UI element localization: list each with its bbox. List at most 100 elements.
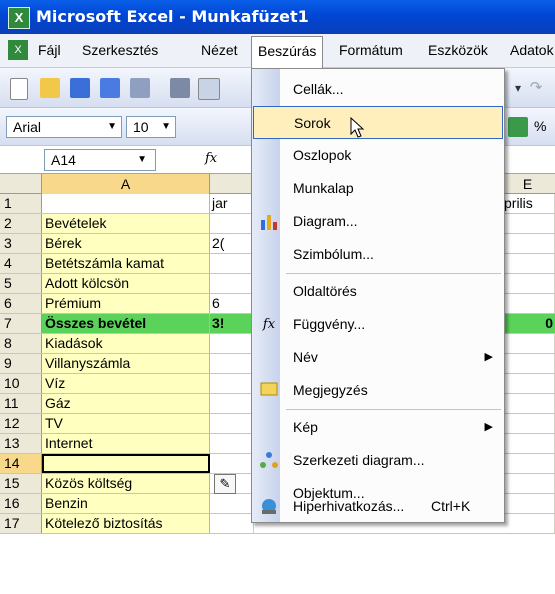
cell-b[interactable] — [210, 374, 254, 393]
cell-a[interactable]: Kötelező biztosítás — [42, 514, 210, 533]
workbook-icon[interactable]: X — [8, 40, 28, 60]
open-icon[interactable] — [40, 78, 60, 98]
cell-a[interactable]: Víz — [42, 374, 210, 393]
row-header[interactable]: 1 — [0, 194, 42, 213]
menu-item-label: Hiperhivatkozás... — [293, 498, 405, 514]
cell-b[interactable] — [210, 334, 254, 353]
submenu-arrow-icon: ▶ — [484, 351, 493, 363]
insert-menu: Cellák... Sorok Oszlopok Munkalap Diagra… — [251, 68, 505, 523]
menu-item-comment[interactable]: Megjegyzés — [253, 374, 503, 407]
cell-a[interactable]: Összes bevétel — [42, 314, 210, 333]
row-header[interactable]: 6 — [0, 294, 42, 313]
save-icon[interactable] — [70, 78, 90, 98]
column-header-e[interactable]: E — [500, 174, 555, 194]
row-header[interactable]: 10 — [0, 374, 42, 393]
active-cell[interactable] — [42, 454, 210, 473]
menu-item-label: Cellák... — [293, 81, 344, 97]
submenu-arrow-icon: ▶ — [484, 421, 493, 433]
email-icon[interactable] — [130, 78, 150, 98]
row-header[interactable]: 14 — [0, 454, 42, 473]
cell-b[interactable] — [210, 514, 254, 533]
cell-a[interactable]: Benzin — [42, 494, 210, 513]
cell-a[interactable] — [42, 194, 210, 213]
menu-data[interactable]: Adatok — [510, 42, 554, 58]
row-header[interactable]: 4 — [0, 254, 42, 273]
menu-item-hyperlink[interactable]: Hiperhivatkozás... Ctrl+K — [253, 490, 503, 523]
cell-a[interactable]: Gáz — [42, 394, 210, 413]
select-all-corner[interactable] — [0, 174, 42, 194]
new-icon[interactable] — [10, 78, 28, 100]
cell-a[interactable]: Bevételek — [42, 214, 210, 233]
cell-e[interactable]: prilis — [500, 194, 555, 213]
cell-a[interactable]: Adott kölcsön — [42, 274, 210, 293]
percent-style-button[interactable]: % — [534, 118, 546, 134]
row-header[interactable]: 17 — [0, 514, 42, 533]
cell-a[interactable]: Bérek — [42, 234, 210, 253]
menu-insert[interactable]: Beszúrás — [251, 36, 324, 68]
cell-a[interactable]: Internet — [42, 434, 210, 453]
redo-icon[interactable]: ↷ — [526, 78, 546, 98]
row-header[interactable]: 2 — [0, 214, 42, 233]
menu-item-rows[interactable]: Sorok — [253, 106, 503, 139]
menu-item-diagram[interactable]: Szerkezeti diagram... — [253, 444, 503, 477]
cell-b[interactable] — [210, 434, 254, 453]
menu-format[interactable]: Formátum — [339, 42, 403, 58]
excel-icon[interactable]: X — [8, 7, 30, 29]
menu-item-chart[interactable]: Diagram... — [253, 205, 503, 238]
menu-item-function[interactable]: fx Függvény... — [253, 308, 503, 341]
row-header[interactable]: 7 — [0, 314, 42, 333]
currency-icon[interactable] — [508, 117, 528, 137]
cell-b[interactable] — [210, 214, 254, 233]
cell-b[interactable]: jar — [210, 194, 254, 213]
row-header[interactable]: 3 — [0, 234, 42, 253]
cell-b[interactable]: 3! — [210, 314, 254, 333]
row-header[interactable]: 8 — [0, 334, 42, 353]
cell-e[interactable]: 0 — [500, 314, 555, 333]
row-header[interactable]: 5 — [0, 274, 42, 293]
cell-a[interactable]: Betétszámla kamat — [42, 254, 210, 273]
cell-b[interactable] — [210, 274, 254, 293]
row-header[interactable]: 13 — [0, 434, 42, 453]
cell-b[interactable] — [210, 254, 254, 273]
font-name-select[interactable]: Arial ▼ — [6, 116, 122, 138]
menu-item-label: Munkalap — [293, 180, 354, 196]
menu-item-cells[interactable]: Cellák... — [253, 73, 503, 106]
row-header[interactable]: 11 — [0, 394, 42, 413]
cell-a[interactable]: Közös költség — [42, 474, 210, 493]
print-preview-icon[interactable] — [198, 78, 220, 100]
row-header[interactable]: 9 — [0, 354, 42, 373]
permission-icon[interactable] — [100, 78, 120, 98]
insert-function-icon[interactable]: fx — [205, 151, 217, 166]
menu-edit[interactable]: Szerkesztés — [82, 42, 158, 58]
menu-item-worksheet[interactable]: Munkalap — [253, 172, 503, 205]
cell-b[interactable]: 2( — [210, 234, 254, 253]
menu-tools[interactable]: Eszközök — [428, 42, 488, 58]
cell-b[interactable] — [210, 414, 254, 433]
menu-item-picture[interactable]: Kép ▶ — [253, 411, 503, 444]
row-header[interactable]: 15 — [0, 474, 42, 493]
column-header-b[interactable] — [210, 174, 254, 194]
menu-file[interactable]: Fájl — [38, 42, 61, 58]
cell-a[interactable]: Prémium — [42, 294, 210, 313]
menu-item-page-break[interactable]: Oldaltörés — [253, 275, 503, 308]
font-size-select[interactable]: 10 ▼ — [126, 116, 176, 138]
cell-b[interactable]: 6 — [210, 294, 254, 313]
name-box[interactable]: A14 ▼ — [44, 149, 156, 171]
cell-a[interactable]: TV — [42, 414, 210, 433]
undo-dropdown-icon[interactable]: ▾ — [508, 78, 528, 98]
column-header-a[interactable]: A — [42, 174, 210, 194]
row-header[interactable]: 12 — [0, 414, 42, 433]
cell-a[interactable]: Villanyszámla — [42, 354, 210, 373]
cell-a[interactable]: Kiadások — [42, 334, 210, 353]
paste-options-icon[interactable]: ✎ — [214, 474, 236, 494]
menu-item-columns[interactable]: Oszlopok — [253, 139, 503, 172]
cell-b[interactable] — [210, 394, 254, 413]
cell-b[interactable] — [210, 454, 254, 473]
cell-b[interactable] — [210, 494, 254, 513]
menu-item-name[interactable]: Név ▶ — [253, 341, 503, 374]
cell-b[interactable] — [210, 354, 254, 373]
menu-view[interactable]: Nézet — [201, 42, 238, 58]
row-header[interactable]: 16 — [0, 494, 42, 513]
menu-item-symbol[interactable]: Szimbólum... — [253, 238, 503, 271]
print-icon[interactable] — [170, 78, 190, 98]
